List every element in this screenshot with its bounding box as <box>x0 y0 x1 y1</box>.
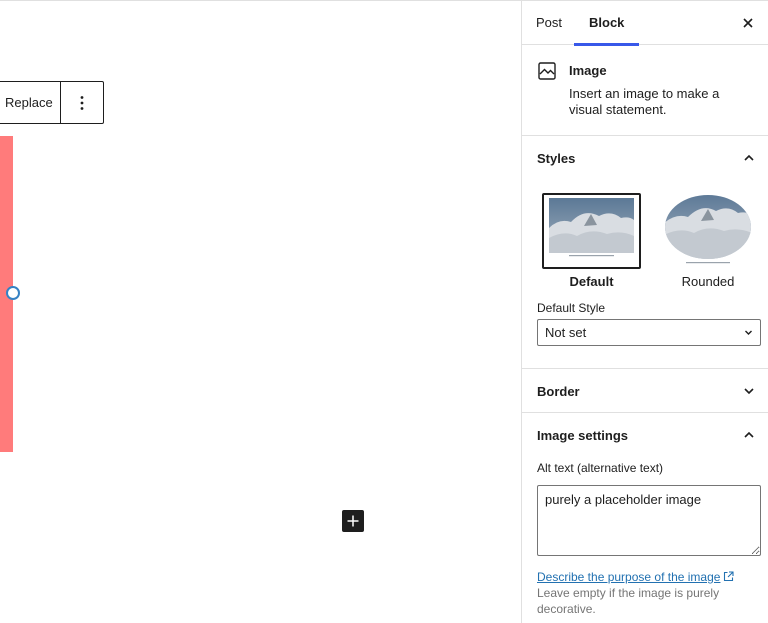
alt-text-field[interactable]: purely a placeholder image <box>537 485 761 556</box>
block-description: Insert an image to make a visual stateme… <box>569 86 720 117</box>
style-default-label: Default <box>569 274 614 289</box>
image-preview-rounded <box>665 195 751 264</box>
styles-panel-title: Styles <box>537 151 576 166</box>
plus-icon <box>347 515 359 527</box>
style-rounded-label: Rounded <box>681 274 735 289</box>
image-settings-panel-title: Image settings <box>537 428 629 443</box>
styles-panel-toggle[interactable]: Styles <box>522 136 768 180</box>
vertical-ellipsis-icon <box>80 95 84 110</box>
resize-handle[interactable] <box>6 286 20 300</box>
editor-canvas: Replace <box>0 0 521 623</box>
settings-sidebar: Post Block Image Insert an image to make… <box>521 0 768 623</box>
close-sidebar-button[interactable] <box>738 13 758 33</box>
alt-help-text: Leave empty if the image is purely decor… <box>537 586 720 616</box>
block-toolbar: Replace <box>0 81 104 124</box>
describe-purpose-link[interactable]: Describe the purpose of the image <box>537 570 735 584</box>
image-preview <box>549 198 634 260</box>
alt-text-label: Alt text (alternative text) <box>537 461 664 475</box>
describe-purpose-link-label: Describe the purpose of the image <box>537 570 721 584</box>
border-panel-toggle[interactable]: Border <box>522 369 768 413</box>
tab-block[interactable]: Block <box>574 1 640 46</box>
chevron-up-icon <box>744 154 754 161</box>
border-panel: Border <box>522 369 768 413</box>
chevron-up-icon <box>744 431 754 438</box>
external-link-icon <box>724 571 735 582</box>
default-style-label: Default Style <box>537 301 606 315</box>
more-options-button[interactable] <box>61 82 103 123</box>
replace-button[interactable]: Replace <box>0 82 60 123</box>
chevron-down-icon <box>744 388 754 395</box>
border-panel-title: Border <box>537 384 580 399</box>
image-settings-panel-toggle[interactable]: Image settings <box>522 413 768 457</box>
style-option-default[interactable] <box>542 193 641 269</box>
sidebar-header: Post Block <box>522 0 768 46</box>
style-option-rounded[interactable] <box>664 193 752 269</box>
tab-post[interactable]: Post <box>536 1 562 45</box>
default-style-select[interactable]: Not set <box>537 319 761 346</box>
block-inserter-button[interactable] <box>342 510 364 532</box>
default-style-value: Not set <box>545 325 587 340</box>
close-icon <box>743 18 753 28</box>
chevron-down-icon <box>745 330 752 335</box>
block-card: Image Insert an image to make a visual s… <box>522 45 768 136</box>
block-title: Image <box>569 63 607 78</box>
image-icon <box>538 62 556 80</box>
